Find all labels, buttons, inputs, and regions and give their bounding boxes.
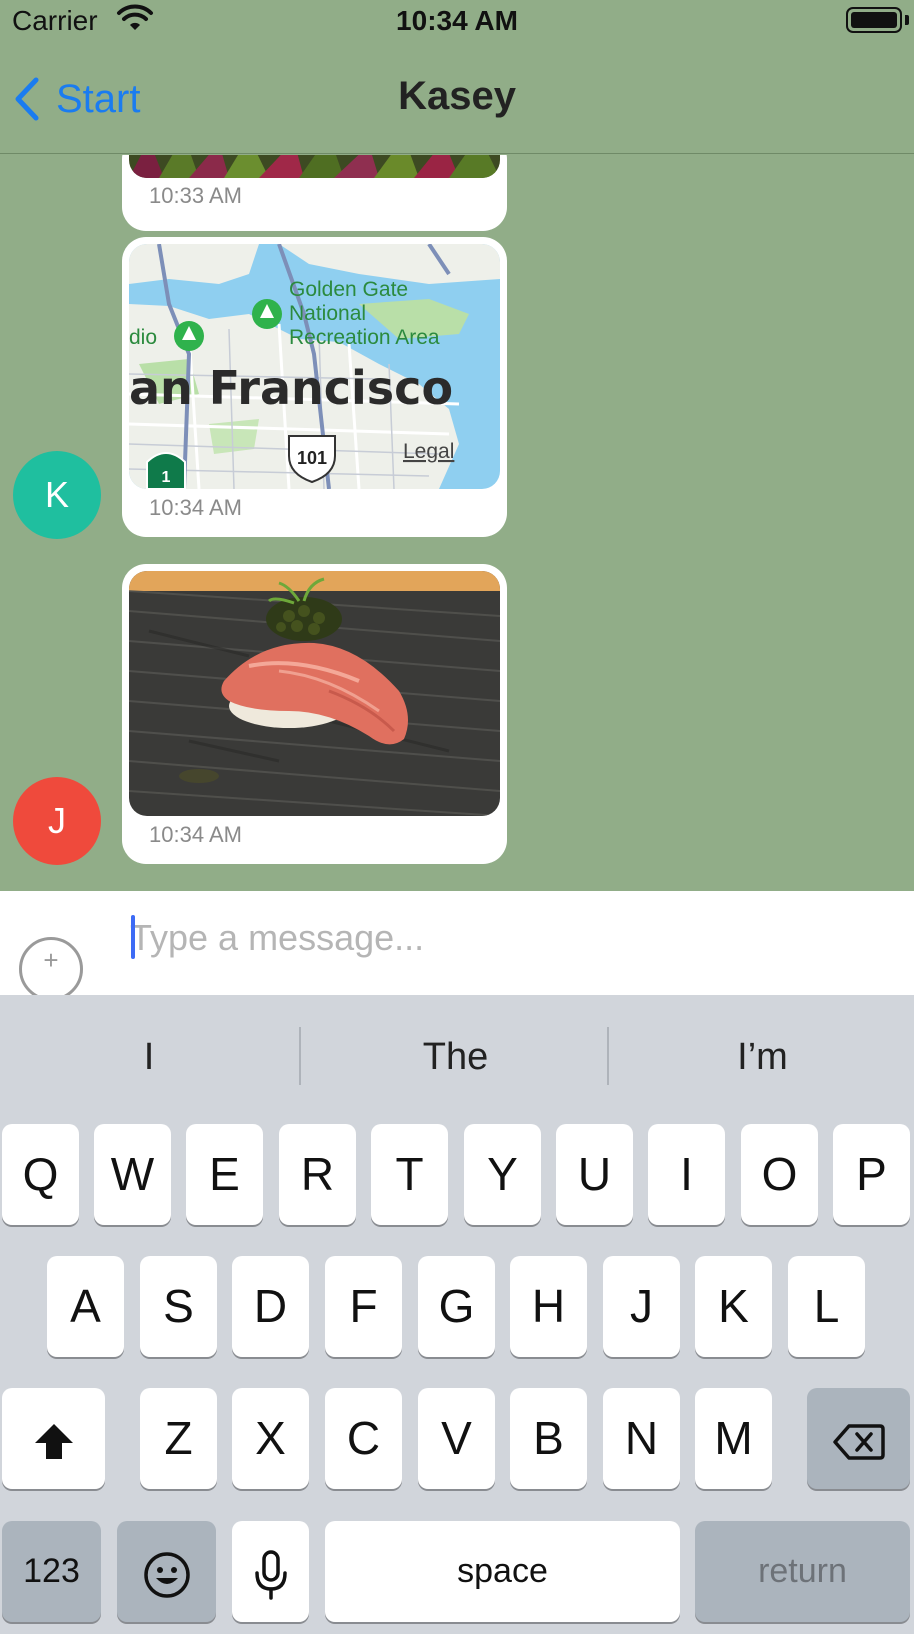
suggestion-1[interactable]: I — [0, 1027, 298, 1087]
key-i[interactable]: I — [648, 1124, 725, 1225]
shift-key[interactable] — [2, 1388, 105, 1489]
key-p[interactable]: P — [833, 1124, 910, 1225]
microphone-icon — [254, 1550, 287, 1600]
backspace-icon — [832, 1424, 885, 1460]
highway-1-shield: 1 — [146, 452, 186, 489]
message-timestamp: 10:33 AM — [149, 183, 242, 208]
map-park-label-2: National — [289, 302, 366, 325]
avatar[interactable]: K — [13, 451, 101, 539]
keyboard: I The I’m Q W E R T Y U I O P A S D F G … — [0, 995, 914, 1634]
key-q[interactable]: Q — [2, 1124, 79, 1225]
key-x[interactable]: X — [232, 1388, 309, 1489]
key-u[interactable]: U — [556, 1124, 633, 1225]
numbers-key[interactable]: 123 — [2, 1521, 101, 1622]
key-v[interactable]: V — [418, 1388, 495, 1489]
status-time: 10:34 AM — [396, 5, 518, 36]
battery-tip — [905, 15, 909, 25]
map-preview[interactable]: Golden Gate National Recreation Area dio… — [129, 244, 500, 489]
text-caret — [131, 915, 135, 959]
key-s[interactable]: S — [140, 1256, 217, 1357]
map-left-label: dio — [129, 326, 157, 349]
emoji-key[interactable] — [117, 1521, 216, 1622]
suggestion-divider — [607, 1027, 609, 1085]
suggestion-2[interactable]: The — [303, 1027, 608, 1087]
key-n[interactable]: N — [603, 1388, 680, 1489]
message-timestamp: 10:34 AM — [149, 495, 242, 520]
battery-icon — [846, 7, 902, 33]
delete-key[interactable] — [807, 1388, 910, 1489]
message-input[interactable] — [130, 913, 890, 963]
key-g[interactable]: G — [418, 1256, 495, 1357]
key-c[interactable]: C — [325, 1388, 402, 1489]
shift-icon — [34, 1423, 73, 1459]
map-legal-link[interactable]: Legal — [403, 440, 454, 463]
key-e[interactable]: E — [186, 1124, 263, 1225]
map-park-label-3: Recreation Area — [289, 326, 440, 349]
sushi-image[interactable] — [129, 571, 500, 816]
navigation-bar: Start Kasey — [0, 44, 914, 154]
key-f[interactable]: F — [325, 1256, 402, 1357]
status-bar: Carrier 10:34 AM — [0, 0, 914, 44]
avatar[interactable]: J — [13, 777, 101, 865]
svg-text:101: 101 — [297, 448, 327, 468]
space-key[interactable]: space — [325, 1521, 680, 1622]
key-j[interactable]: J — [603, 1256, 680, 1357]
key-m[interactable]: M — [695, 1388, 772, 1489]
page-title: Kasey — [398, 74, 516, 118]
message-timestamp: 10:34 AM — [149, 822, 242, 847]
emoji-icon — [143, 1552, 190, 1598]
predictive-bar: I The I’m — [0, 995, 914, 1117]
key-b[interactable]: B — [510, 1388, 587, 1489]
suggestion-divider — [299, 1027, 301, 1085]
key-r[interactable]: R — [279, 1124, 356, 1225]
map-park-label: Golden Gate — [289, 278, 408, 301]
dictation-key[interactable] — [232, 1521, 309, 1622]
message-composer: + — [0, 891, 914, 1001]
suggestion-3[interactable]: I’m — [611, 1027, 914, 1087]
key-d[interactable]: D — [232, 1256, 309, 1357]
key-l[interactable]: L — [788, 1256, 865, 1357]
key-a[interactable]: A — [47, 1256, 124, 1357]
svg-text:1: 1 — [162, 469, 171, 486]
add-attachment-button[interactable]: + — [19, 937, 83, 1001]
key-z[interactable]: Z — [140, 1388, 217, 1489]
key-h[interactable]: H — [510, 1256, 587, 1357]
location-message[interactable]: Golden Gate National Recreation Area dio… — [122, 237, 507, 537]
key-y[interactable]: Y — [464, 1124, 541, 1225]
plant-image[interactable] — [129, 155, 500, 178]
message-list[interactable]: 10:33 AM Golden Gate National Recreation… — [0, 155, 914, 891]
key-w[interactable]: W — [94, 1124, 171, 1225]
map-city-label: an Francisco — [129, 361, 453, 415]
key-o[interactable]: O — [741, 1124, 818, 1225]
key-t[interactable]: T — [371, 1124, 448, 1225]
image-message[interactable]: 10:33 AM — [122, 155, 507, 231]
return-key[interactable]: return — [695, 1521, 910, 1622]
image-message[interactable]: 10:34 AM — [122, 564, 507, 864]
key-k[interactable]: K — [695, 1256, 772, 1357]
